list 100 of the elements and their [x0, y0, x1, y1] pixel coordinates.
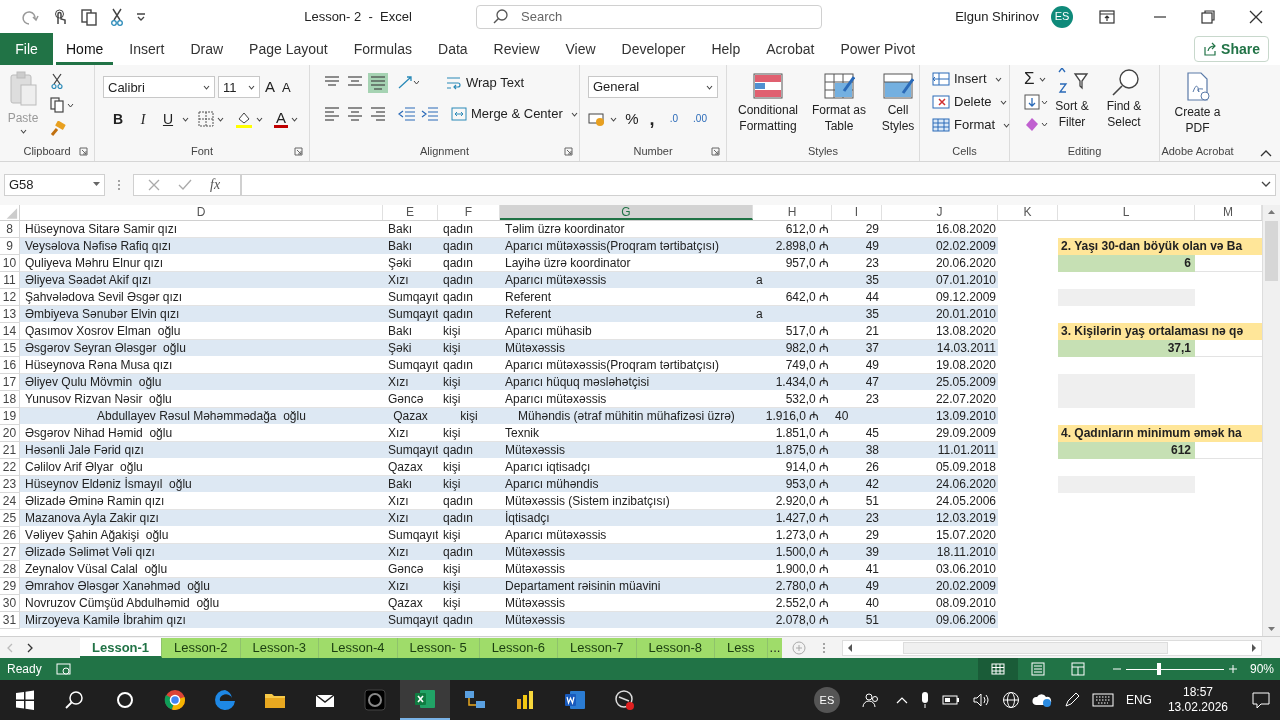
row-header[interactable]: 23: [0, 476, 20, 493]
ribbon-tab[interactable]: Help: [701, 33, 751, 65]
column-header[interactable]: I: [832, 205, 882, 220]
customize-dropdown-icon[interactable]: [136, 11, 146, 22]
zoom-slider[interactable]: [1125, 663, 1224, 675]
delete-cells-button[interactable]: Delete: [932, 93, 1011, 111]
format-as-table-button[interactable]: Format as Table: [807, 73, 871, 141]
microphone-icon[interactable]: [919, 691, 930, 709]
find-select-button[interactable]: Find & Select: [1100, 68, 1148, 141]
pen-icon[interactable]: [1063, 692, 1080, 708]
caret-icon[interactable]: [994, 76, 1002, 82]
column-header[interactable]: H: [753, 205, 832, 220]
column-header[interactable]: D: [20, 205, 383, 220]
bold-button[interactable]: B: [107, 108, 129, 130]
copy-icon[interactable]: [50, 97, 74, 113]
globe-icon[interactable]: [1001, 691, 1020, 709]
ribbon-tab[interactable]: Review: [483, 33, 550, 65]
row-header[interactable]: 24: [0, 493, 20, 510]
caret-icon[interactable]: [203, 84, 210, 90]
row-header[interactable]: 30: [0, 595, 20, 612]
file-tab[interactable]: File: [0, 33, 53, 65]
row-header[interactable]: 26: [0, 527, 20, 544]
number-format-dropdown[interactable]: General: [588, 76, 718, 98]
network-computers-icon[interactable]: [464, 689, 486, 711]
clock-date[interactable]: 13.02.2026: [1167, 700, 1228, 715]
slider-thumb[interactable]: [1157, 663, 1161, 675]
zoom-in-icon[interactable]: [1227, 664, 1238, 674]
language-indicator[interactable]: ENG: [1125, 691, 1152, 709]
caret-icon[interactable]: [256, 116, 263, 122]
row-header[interactable]: 10: [0, 255, 20, 272]
underline-button[interactable]: U: [157, 108, 179, 130]
decrease-font-button[interactable]: A: [280, 77, 293, 97]
windows-start-icon[interactable]: [14, 689, 36, 711]
format-cells-button[interactable]: Format: [932, 116, 1011, 134]
comma-button[interactable]: ,: [645, 112, 659, 127]
font-size-dropdown[interactable]: 11: [218, 76, 260, 99]
restore-icon[interactable]: [1201, 9, 1215, 24]
format-painter-icon[interactable]: [50, 121, 66, 137]
dialog-launcher-icon[interactable]: [294, 147, 303, 156]
caret-icon[interactable]: [999, 99, 1007, 105]
scrollbar-thumb[interactable]: [903, 641, 1169, 654]
touch-mode-icon[interactable]: [52, 7, 68, 26]
insert-function-button[interactable]: fx: [210, 174, 221, 195]
ribbon-tab[interactable]: Formulas: [343, 33, 423, 65]
increase-indent-icon[interactable]: [420, 104, 440, 124]
dialog-launcher-icon[interactable]: [79, 147, 88, 156]
notification-icon[interactable]: [1252, 691, 1270, 709]
zoom-level[interactable]: 90%: [1249, 660, 1274, 678]
normal-view-button[interactable]: [977, 658, 1018, 680]
close-icon[interactable]: [1249, 9, 1263, 24]
sheet-tab[interactable]: Lesson-4: [319, 637, 398, 658]
people-icon[interactable]: [861, 691, 880, 709]
decrease-indent-icon[interactable]: [397, 104, 417, 124]
sheet-tab[interactable]: Lesson-8: [636, 637, 716, 658]
accessibility-icon[interactable]: [55, 662, 72, 676]
volume-icon[interactable]: [971, 692, 990, 708]
user-avatar[interactable]: ES: [813, 687, 840, 713]
expand-icon[interactable]: [1261, 181, 1271, 188]
sheet-tab[interactable]: Less: [715, 637, 768, 658]
horizontal-scrollbar[interactable]: [842, 639, 1262, 656]
user-avatar[interactable]: ES: [1051, 5, 1073, 28]
align-center-icon[interactable]: [345, 104, 365, 124]
ribbon-tab[interactable]: Power Pivot: [830, 33, 926, 65]
caret-icon[interactable]: [182, 116, 189, 122]
caret-icon[interactable]: [706, 84, 713, 90]
keyboard-icon[interactable]: [1091, 693, 1114, 707]
fill-down-icon[interactable]: [1024, 93, 1048, 111]
row-header[interactable]: 22: [0, 459, 20, 476]
column-header[interactable]: J: [882, 205, 998, 220]
clock-time[interactable]: 18:57: [1182, 685, 1213, 700]
row-header[interactable]: 13: [0, 306, 20, 323]
cut-icon[interactable]: [110, 7, 124, 26]
sheet-tab[interactable]: Lesson-3: [240, 637, 320, 658]
caret-icon[interactable]: [291, 116, 298, 122]
edge-icon[interactable]: [214, 689, 236, 711]
sheet-tab[interactable]: Lesson-7: [558, 637, 637, 658]
cut-icon[interactable]: [50, 73, 64, 89]
ribbon-tab[interactable]: Page Layout: [239, 33, 338, 65]
row-header[interactable]: 19: [0, 408, 20, 425]
decrease-decimal-button[interactable]: .00: [689, 114, 711, 125]
name-box[interactable]: G58: [4, 173, 105, 196]
cell-styles-button[interactable]: Cell Styles: [873, 73, 923, 141]
word-icon[interactable]: [564, 689, 586, 711]
increase-decimal-button[interactable]: .0: [663, 114, 685, 125]
row-header[interactable]: 27: [0, 544, 20, 561]
circle-icon[interactable]: [114, 689, 136, 711]
row-header[interactable]: 25: [0, 510, 20, 527]
camera-icon[interactable]: [364, 689, 386, 711]
ribbon-tab[interactable]: Draw: [180, 33, 234, 65]
caret-icon[interactable]: [1038, 76, 1046, 82]
italic-button[interactable]: I: [132, 108, 154, 130]
eraser-icon[interactable]: [1024, 115, 1048, 133]
ribbon-display-icon[interactable]: [1099, 9, 1115, 24]
row-header[interactable]: 31: [0, 612, 20, 629]
ribbon-tab[interactable]: Insert: [119, 33, 175, 65]
row-header[interactable]: 9: [0, 238, 20, 255]
increase-font-button[interactable]: A: [263, 76, 277, 99]
caret-icon[interactable]: [1003, 122, 1011, 128]
formula-input[interactable]: [241, 173, 1276, 196]
search-icon[interactable]: [64, 689, 86, 711]
